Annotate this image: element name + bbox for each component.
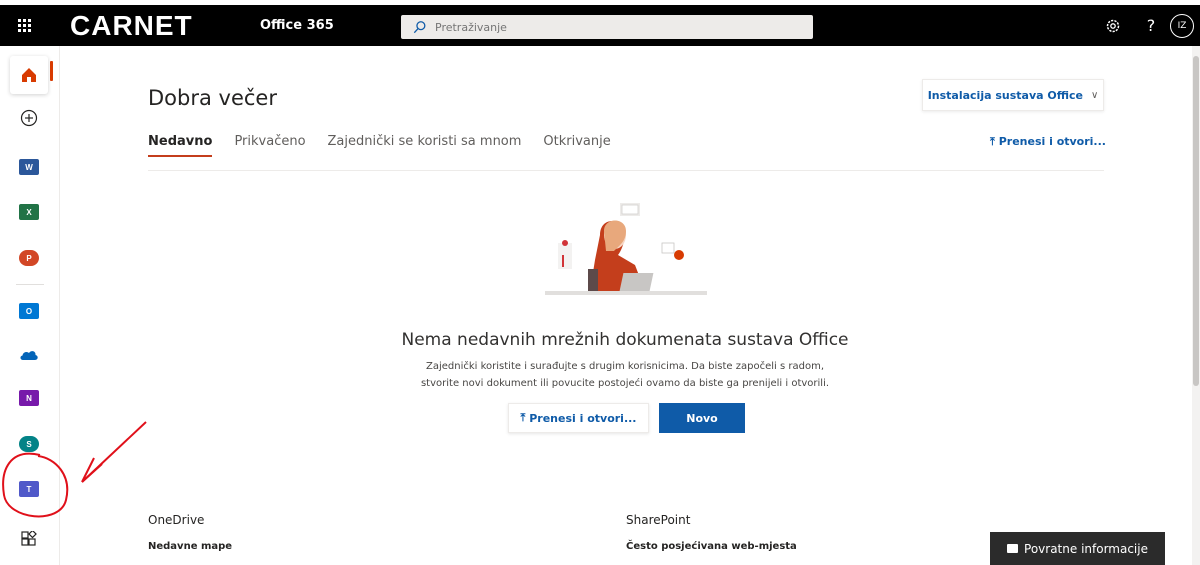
search-input[interactable] — [435, 20, 795, 34]
empty-state-desc-line: Zajednički koristite i surađujte s drugi… — [425, 361, 825, 372]
teams-icon: T — [19, 481, 39, 497]
upload-open-link[interactable]: ⤒ Prenesi i otvori... — [990, 135, 1106, 149]
rail-item-home[interactable] — [10, 56, 53, 94]
brand-logo[interactable]: CARNET — [70, 10, 230, 42]
word-icon: W — [19, 159, 39, 175]
onedrive-cloud-icon — [20, 351, 38, 360]
sharepoint-icon: S — [19, 436, 39, 452]
upload-icon: ⤒ — [520, 411, 530, 424]
rail-item-outlook[interactable]: O — [10, 292, 48, 330]
help-button[interactable]: ? — [1132, 5, 1170, 46]
feedback-button[interactable]: Povratne informacije — [990, 532, 1165, 565]
rail-item-onenote[interactable]: N — [10, 379, 48, 417]
rail-item-word[interactable]: W — [10, 148, 48, 186]
top-navigation-bar: CARNET Office 365 ? IZ — [0, 5, 1200, 46]
onedrive-section-title[interactable]: OneDrive — [148, 513, 204, 527]
app-launcher-button[interactable] — [0, 5, 48, 46]
empty-state-title: Nema nedavnih mrežnih dokumenata sustava… — [401, 330, 849, 350]
tab-shared-with-me[interactable]: Zajednički se koristi sa mnom — [328, 134, 522, 157]
avatar[interactable]: IZ — [1170, 13, 1194, 38]
rail-item-all-apps[interactable] — [10, 520, 48, 558]
rail-item-powerpoint[interactable]: P — [10, 239, 48, 277]
sharepoint-frequent-sites: Često posjećivana web-mjesta — [626, 541, 797, 552]
page-title: Dobra večer — [148, 86, 277, 110]
scrollbar[interactable] — [1192, 46, 1200, 565]
upload-icon: ⤒ — [990, 135, 999, 148]
tab-bar: Nedavno Prikvačeno Zajednički se koristi… — [148, 134, 611, 157]
settings-button[interactable] — [1094, 5, 1132, 46]
rail-item-excel[interactable]: X — [10, 193, 48, 231]
gear-icon — [1106, 19, 1120, 32]
sharepoint-section-title[interactable]: SharePoint — [626, 513, 690, 527]
upload-open-link-label: Prenesi i otvori... — [998, 135, 1106, 148]
feedback-icon — [1007, 544, 1019, 553]
onedrive-recent-folders: Nedavne mape — [148, 541, 233, 552]
empty-state-illustration — [545, 203, 707, 295]
search-icon — [413, 21, 426, 34]
all-apps-icon — [21, 531, 37, 546]
install-office-label: Instalacija sustava Office — [927, 88, 1083, 102]
install-office-button[interactable]: Instalacija sustava Office ∨ — [922, 79, 1104, 111]
empty-state-desc-line: stvorite novi dokument ili povucite post… — [420, 378, 830, 389]
waffle-icon — [17, 19, 31, 32]
tab-recent[interactable]: Nedavno — [148, 134, 213, 157]
search-box[interactable] — [401, 15, 813, 39]
rail-divider — [16, 284, 44, 285]
feedback-label: Povratne informacije — [1024, 541, 1148, 556]
tab-pinned[interactable]: Prikvačeno — [234, 134, 305, 157]
scrollbar-thumb[interactable] — [1193, 56, 1199, 386]
rail-item-teams[interactable]: T — [10, 470, 48, 508]
outlook-icon: O — [19, 303, 39, 319]
divider — [148, 170, 1104, 171]
powerpoint-icon: P — [19, 250, 39, 266]
rail-item-onedrive[interactable] — [10, 335, 48, 373]
rail-item-create[interactable] — [10, 99, 48, 137]
tab-discover[interactable]: Otkrivanje — [543, 134, 610, 157]
home-icon — [22, 68, 36, 82]
active-indicator — [50, 61, 53, 81]
onenote-icon: N — [19, 390, 39, 406]
app-name[interactable]: Office 365 — [260, 18, 400, 33]
help-icon: ? — [1146, 16, 1156, 35]
app-rail: W X P O N S T — [0, 46, 60, 565]
rail-item-sharepoint[interactable]: S — [10, 425, 48, 463]
upload-open-button-label: Prenesi i otvori... — [529, 411, 637, 425]
upload-open-button[interactable]: ⤒ Prenesi i otvori... — [508, 403, 649, 433]
excel-icon: X — [19, 204, 39, 220]
empty-state-description: Zajednički koristite i surađujte s drugi… — [380, 358, 870, 392]
plus-circle-icon — [20, 109, 38, 127]
new-document-button[interactable]: Novo — [659, 403, 745, 433]
chevron-down-icon: ∨ — [1090, 89, 1099, 101]
